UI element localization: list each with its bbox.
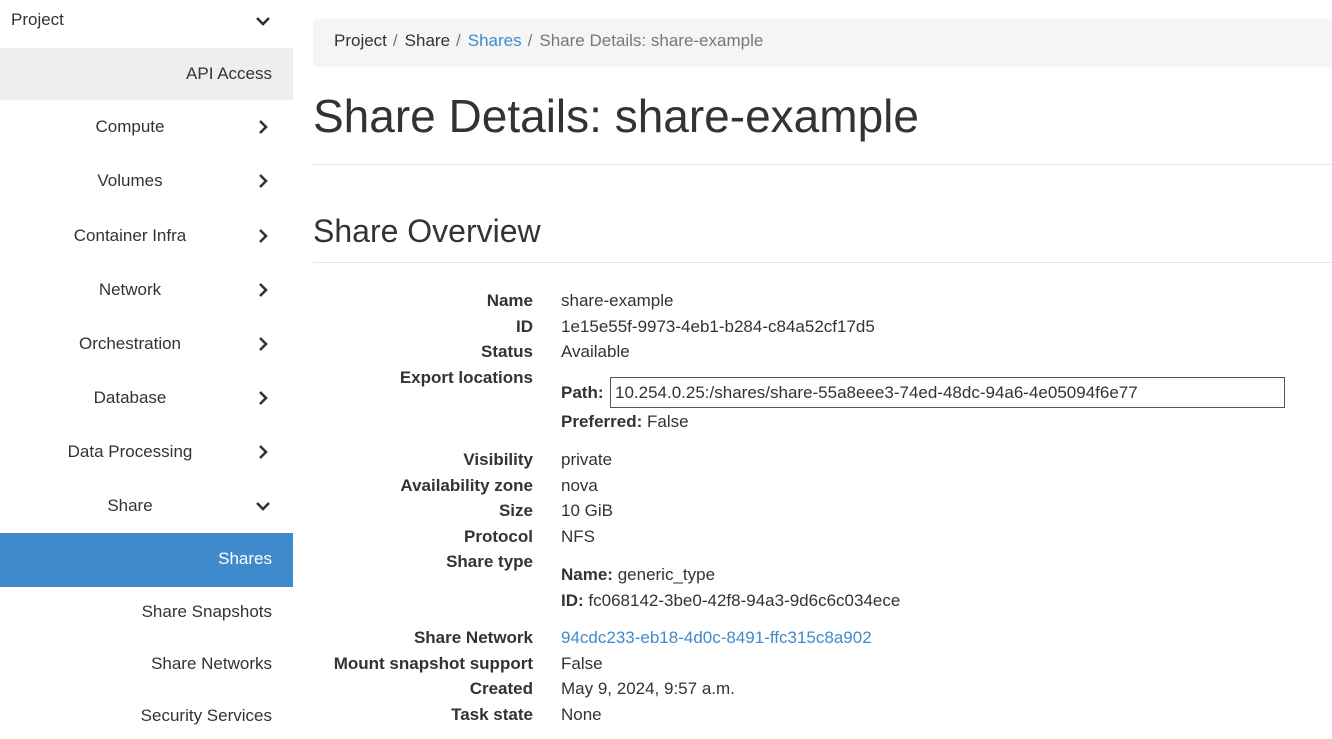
label-size: Size — [498, 501, 533, 520]
divider — [313, 164, 1332, 165]
sidebar-item-compute[interactable]: Compute — [0, 100, 293, 154]
sidebar-item-label: Security Services — [140, 706, 272, 725]
export-path-field[interactable] — [610, 377, 1285, 408]
sidebar-item-label: API Access — [186, 64, 272, 83]
sidebar-item-label: Orchestration — [78, 334, 182, 353]
sidebar-item-label: Container Infra — [73, 226, 187, 245]
sidebar-item-label: Volumes — [97, 171, 163, 190]
label-share-type: Share type — [446, 552, 533, 571]
sidebar-item-project[interactable]: Project — [0, 0, 293, 40]
sidebar-item-label: Data Processing — [67, 442, 193, 461]
chevron-right-icon — [255, 282, 271, 298]
chevron-right-icon — [255, 390, 271, 406]
share-type-name: Name: generic_type — [561, 565, 716, 584]
sidebar-item-share[interactable]: Share — [0, 479, 293, 533]
label-created: Created — [469, 679, 533, 698]
label-task-state: Task state — [451, 705, 533, 724]
sidebar-item-label: Database — [93, 388, 167, 407]
breadcrumb-separator: / — [527, 31, 533, 50]
sidebar-item-label: Shares — [218, 549, 272, 568]
preferred-row: Preferred: False — [561, 412, 689, 431]
sidebar-item-share-networks[interactable]: Share Networks — [0, 639, 293, 689]
sidebar-item-orchestration[interactable]: Orchestration — [0, 317, 293, 371]
sidebar-item-share-snapshots[interactable]: Share Snapshots — [0, 587, 293, 637]
section-title: Share Overview — [313, 213, 541, 249]
share-type-id: ID: fc068142-3be0-42f8-94a3-9d6c6c034ece — [561, 591, 901, 610]
label-share-network: Share Network — [413, 628, 533, 647]
sidebar: Project API Access Compute Volumes Conta… — [0, 0, 293, 739]
breadcrumb-separator: / — [392, 31, 398, 50]
sidebar-item-database[interactable]: Database — [0, 371, 293, 425]
sidebar-item-container-infra[interactable]: Container Infra — [0, 209, 293, 263]
value-name: share-example — [561, 291, 674, 310]
label-mount-snapshot-support: Mount snapshot support — [333, 654, 533, 673]
value-protocol: NFS — [561, 527, 595, 546]
label-export-locations: Export locations — [399, 368, 533, 387]
value-status: Available — [561, 342, 630, 361]
label-name: Name — [486, 291, 533, 310]
divider — [313, 262, 1332, 263]
value-availability-zone: nova — [561, 476, 598, 495]
value-mount-snapshot-support: False — [561, 654, 603, 673]
sidebar-item-label: Share Networks — [151, 654, 272, 673]
sidebar-item-security-services[interactable]: Security Services — [0, 691, 293, 739]
breadcrumb: Project / Share / Shares / Share Details: shar… — [313, 19, 1332, 67]
label-protocol: Protocol — [464, 527, 533, 546]
sidebar-item-label: Project — [11, 10, 64, 29]
breadcrumb-item-share: Share — [404, 31, 451, 50]
value-id: 1e15e55f-9973-4eb1-b284-c84a52cf17d5 — [561, 317, 875, 336]
label-id: ID — [516, 317, 533, 336]
sidebar-item-volumes[interactable]: Volumes — [0, 154, 293, 208]
sidebar-item-label: Share — [107, 496, 153, 515]
chevron-right-icon — [255, 444, 271, 460]
label-status: Status — [481, 342, 533, 361]
breadcrumb-current: Share Details: share-example — [539, 31, 764, 50]
sidebar-item-shares[interactable]: Shares — [0, 533, 293, 587]
sidebar-item-label: Network — [98, 280, 162, 299]
share-network-link[interactable]: 94cdc233-eb18-4d0c-8491-ffc315c8a902 — [561, 628, 872, 648]
chevron-right-icon — [255, 119, 271, 135]
sidebar-item-api-access[interactable]: API Access — [0, 48, 293, 100]
breadcrumb-separator: / — [456, 31, 461, 50]
chevron-right-icon — [255, 228, 271, 244]
value-visibility: private — [561, 450, 613, 469]
label-visibility: Visibility — [463, 450, 533, 469]
chevron-down-icon — [255, 13, 271, 29]
chevron-down-icon — [255, 498, 271, 514]
page-title: Share Details: share-example — [313, 90, 919, 142]
breadcrumb-item-project: Project — [334, 31, 387, 50]
value-task-state: None — [561, 705, 602, 724]
sidebar-item-network[interactable]: Network — [0, 263, 293, 317]
value-created: May 9, 2024, 9:57 a.m. — [561, 679, 735, 698]
chevron-right-icon — [255, 173, 271, 189]
path-label: Path: — [561, 383, 604, 402]
sidebar-item-label: Share Snapshots — [141, 602, 272, 621]
sidebar-item-label: Compute — [95, 117, 165, 136]
breadcrumb-link-shares[interactable]: Shares — [468, 31, 522, 51]
chevron-right-icon — [255, 336, 271, 352]
value-size: 10 GiB — [561, 501, 613, 520]
sidebar-item-data-processing[interactable]: Data Processing — [0, 425, 293, 479]
label-availability-zone: Availability zone — [400, 476, 533, 495]
